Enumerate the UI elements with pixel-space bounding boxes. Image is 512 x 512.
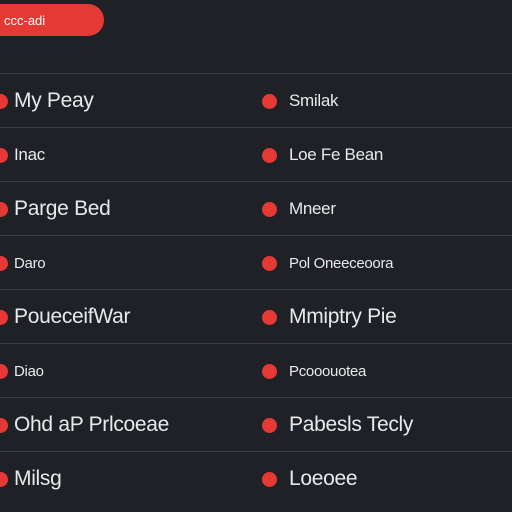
list-item[interactable]: Diao [0, 344, 44, 398]
item-label: Pabesls Tecly [289, 413, 414, 436]
items-grid: My Peay Smilak Inac Loe Fe Bean Parge Be… [0, 74, 512, 506]
item-label: Diao [14, 362, 44, 380]
item-label: PoueceifWar [14, 305, 131, 328]
list-item[interactable]: Loeoee [262, 452, 358, 506]
list-item[interactable]: Parge Bed [0, 182, 111, 236]
bullet-icon [262, 363, 277, 379]
bullet-icon [0, 201, 8, 217]
list-row: Diao Pcooouotea [0, 344, 512, 398]
list-item[interactable]: Mmiptry Pie [262, 290, 397, 344]
item-label: Daro [14, 254, 46, 272]
item-label: Smilak [289, 91, 339, 110]
bullet-icon [0, 471, 8, 487]
bullet-icon [0, 147, 8, 163]
list-row: Milsg Loeoee [0, 452, 512, 506]
list-item[interactable]: Milsg [0, 452, 62, 506]
bullet-icon [0, 417, 8, 433]
list-row: Inac Loe Fe Bean [0, 128, 512, 182]
list-item[interactable]: Daro [0, 236, 46, 290]
list-item[interactable]: Inac [0, 128, 45, 182]
list-item[interactable]: Ohd aP Prlcoeae [0, 398, 169, 452]
item-label: Loe Fe Bean [289, 145, 384, 164]
list-item[interactable]: PoueceifWar [0, 290, 130, 344]
bullet-icon [0, 93, 8, 109]
list-row: PoueceifWar Mmiptry Pie [0, 290, 512, 344]
bullet-icon [262, 309, 277, 325]
item-label: Pol Oneeceoora [289, 254, 394, 272]
item-label: Pcooouotea [289, 362, 367, 380]
list-row: Daro Pol Oneeceoora [0, 236, 512, 290]
list-item[interactable]: Mneer [262, 182, 336, 236]
bullet-icon [262, 255, 277, 271]
bullet-icon [262, 93, 277, 109]
item-label: Inac [14, 145, 45, 164]
bullet-icon [262, 201, 277, 217]
item-label: Ohd aP Prlcoeae [14, 413, 170, 436]
list-item[interactable]: My Peay [0, 74, 94, 128]
list-row: My Peay Smilak [0, 74, 512, 128]
list-item[interactable]: Pcooouotea [262, 344, 366, 398]
bullet-icon [262, 471, 277, 487]
item-label: Mneer [289, 199, 336, 218]
bullet-icon [0, 363, 8, 379]
list-row: Parge Bed Mneer [0, 182, 512, 236]
list-row: Ohd aP Prlcoeae Pabesls Tecly [0, 398, 512, 452]
bullet-icon [262, 147, 277, 163]
item-label: Parge Bed [14, 197, 111, 220]
list-item[interactable]: Loe Fe Bean [262, 128, 383, 182]
filter-button[interactable]: ccc-adi [0, 4, 104, 36]
item-label: Mmiptry Pie [289, 305, 397, 328]
list-item[interactable]: Smilak [262, 74, 339, 128]
bullet-icon [0, 255, 8, 271]
bullet-icon [262, 417, 277, 433]
filter-button-label: ccc-adi [4, 12, 46, 28]
item-label: Loeoee [289, 467, 358, 490]
item-label: My Peay [14, 89, 94, 112]
item-label: Milsg [14, 467, 62, 490]
bullet-icon [0, 309, 8, 325]
list-item[interactable]: Pabesls Tecly [262, 398, 413, 452]
list-item[interactable]: Pol Oneeceoora [262, 236, 394, 290]
